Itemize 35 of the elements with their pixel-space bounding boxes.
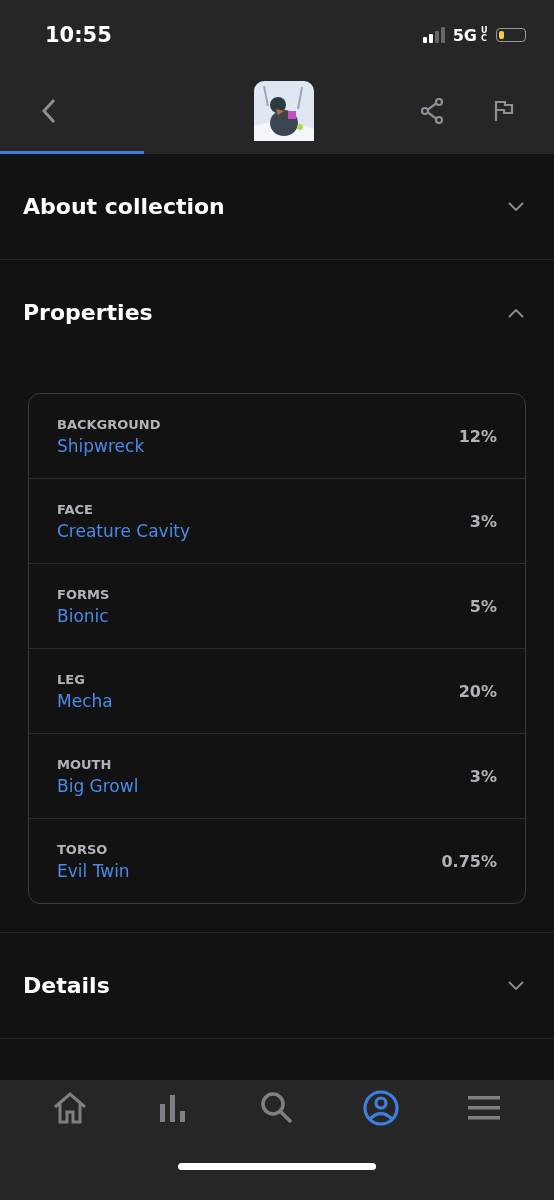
property-type: FORMS — [57, 586, 110, 602]
section-title[interactable]: Properties — [23, 300, 153, 325]
property-rarity: 3% — [469, 511, 497, 531]
network-sub-label: UC — [481, 27, 488, 43]
property-value[interactable]: Mecha — [57, 690, 113, 711]
property-type: TORSO — [57, 841, 109, 857]
property-rarity: 3% — [469, 766, 497, 786]
property-value[interactable]: Big Growl — [57, 775, 139, 796]
property-value[interactable]: Evil Twin — [57, 860, 130, 881]
status-time: 10:55 — [45, 23, 112, 47]
property-type: FACE — [57, 501, 94, 517]
share-icon[interactable] — [420, 97, 444, 124]
back-icon[interactable] — [41, 97, 57, 124]
property-value[interactable]: Creature Cavity — [57, 520, 191, 541]
section-title[interactable]: Details — [23, 973, 110, 998]
property-value[interactable]: Shipwreck — [57, 435, 161, 456]
property-type: LEG — [57, 671, 86, 687]
property-type: MOUTH — [57, 756, 113, 772]
property-rarity: 5% — [469, 596, 497, 616]
property-value[interactable]: Bionic — [57, 605, 110, 626]
property-rarity: 20% — [458, 681, 497, 701]
battery-icon — [496, 28, 526, 42]
network-label: 5G — [452, 25, 477, 45]
signal-icon — [422, 27, 447, 43]
chevron-icon[interactable] — [508, 307, 524, 318]
section-title[interactable]: About collection — [23, 194, 225, 219]
home-icon[interactable] — [51, 1090, 88, 1126]
property-type: BACKGROUND — [57, 416, 161, 432]
search-icon[interactable] — [259, 1090, 295, 1126]
property-rarity: 12% — [458, 426, 497, 446]
flag-icon[interactable] — [494, 99, 514, 122]
property-rarity: 0.75% — [441, 851, 497, 871]
profile-icon[interactable] — [362, 1090, 399, 1126]
chevron-icon[interactable] — [508, 201, 524, 212]
chevron-icon[interactable] — [508, 980, 524, 991]
